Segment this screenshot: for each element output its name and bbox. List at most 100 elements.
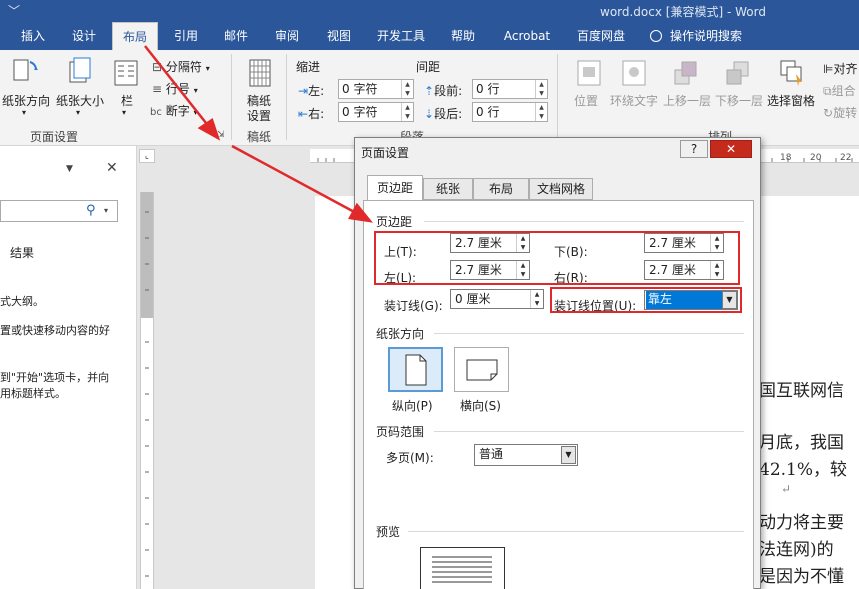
tab-baidu-netdisk[interactable]: 百度网盘 [566,22,636,50]
nav-close-icon[interactable]: ✕ [106,160,118,176]
nav-tab-results[interactable]: 结果 [10,244,34,261]
rotate-button[interactable]: ↻旋转 [823,104,857,121]
indent-right-icon: ⇤ [298,107,309,121]
tab-document-grid[interactable]: 文档网格 [529,178,593,200]
vertical-ruler-ticks [145,211,149,577]
navigation-pane: ▼ ✕ ⚲ ▾ 结果 式大纲。 置或快速移动内容的好 到"开始"选项卡，并向 用… [0,146,137,589]
indent-left-icon: ⇥ [298,84,309,98]
tab-design[interactable]: 设计 [62,22,106,50]
spin-arrows-icon[interactable]: ▲ ▼ [401,80,413,98]
spin-arrows-icon[interactable]: ▲ ▼ [530,290,543,308]
search-icon[interactable]: ⚲ [86,203,96,218]
hyphenation-button[interactable]: bc 断字 ▾ [150,102,198,119]
align-icon: ⊫ [823,62,834,76]
position-button[interactable]: 位置 [574,92,598,109]
bring-forward-button[interactable]: 上移一层 [663,92,711,109]
multiple-pages-label: 多页(M): [386,451,434,465]
tab-acrobat[interactable]: Acrobat [494,22,560,50]
spin-arrows-icon[interactable]: ▲ ▼ [535,80,547,98]
columns-icon [114,60,138,86]
send-backward-button[interactable]: 下移一层 [715,92,763,109]
section-divider [424,221,744,222]
wrap-text-icon [622,60,646,86]
indent-left-input[interactable]: 0 字符 ▲ ▼ [338,79,414,99]
paper-size-dropdown-icon: ▾ [76,108,81,117]
nav-search-input[interactable] [0,200,118,222]
landscape-button[interactable] [454,347,509,392]
section-divider [434,431,744,432]
manuscript-button-line2: 设置 [247,109,272,123]
ribbon-separator [231,54,232,140]
help-button[interactable]: ? [680,140,708,158]
page-setup-dialog: 页面设置 ? ✕ 页边距 纸张 布局 文档网格 页边距 上(T): 2.7 厘米… [354,137,761,589]
columns-button[interactable]: 栏 [121,92,133,109]
search-options-chevron-icon[interactable]: ▾ [104,206,108,215]
title-bar: ﹀ word.docx [兼容模式] - Word [0,0,859,22]
gutter-position-highlight-box [550,287,742,313]
margins-highlight-box [374,231,740,285]
tab-review[interactable]: 审阅 [264,22,310,50]
line-numbers-button[interactable]: ≡ 行号 ▾ [152,80,198,97]
tell-me-search[interactable]: 操作说明搜索 [650,22,760,50]
tell-me-label: 操作说明搜索 [670,29,743,43]
line-numbers-icon: ≡ [152,82,163,96]
space-before-icon: ⇡ [424,84,435,98]
spin-arrows-icon[interactable]: ▲ ▼ [401,103,413,121]
doc-line-2: 月底，我国 [759,433,844,453]
wrap-text-button[interactable]: 环绕文字 [610,92,658,109]
tab-mailings[interactable]: 邮件 [214,22,258,50]
preview-thumbnail [420,547,505,589]
multiple-pages-select[interactable]: 普通 ▼ [474,444,578,466]
nav-help-line2: 置或快速移动内容的好 [0,324,110,337]
dropdown-arrow-icon[interactable]: ▼ [561,446,576,464]
tab-margins[interactable]: 页边距 [367,175,423,201]
ribbon-separator [557,54,558,140]
tab-paper[interactable]: 纸张 [423,178,473,200]
nav-help-line1: 式大纲。 [0,295,44,308]
tab-view[interactable]: 视图 [316,22,362,50]
paper-size-icon [69,57,91,83]
vertical-ruler[interactable] [140,192,154,589]
position-icon [577,60,601,86]
page-setup-launcher-icon[interactable]: ⇲ [217,130,225,140]
space-before-input[interactable]: 0 行 ▲ ▼ [472,79,548,99]
hyphenation-label: 断字 [165,104,190,118]
pages-section-label: 页码范围 [376,425,425,439]
preview-section-label: 预览 [376,525,401,539]
portrait-button[interactable] [388,347,443,392]
orientation-section-label: 纸张方向 [376,327,425,341]
spin-arrows-icon[interactable]: ▲ ▼ [535,103,547,121]
close-button[interactable]: ✕ [710,140,752,158]
breaks-button[interactable]: ⊟ 分隔符 ▾ [152,58,210,75]
paper-size-button[interactable]: 纸张大小 [56,92,104,109]
breaks-label: 分隔符 [165,60,202,74]
tab-layout[interactable]: 布局 [473,178,529,200]
tab-developer[interactable]: 开发工具 [368,22,434,50]
landscape-label: 横向(S) [460,399,501,413]
orientation-button[interactable]: 纸张方向 [2,92,50,109]
page-setup-group-label: 页面设置 [30,130,79,144]
nav-options-chevron-icon[interactable]: ▼ [66,164,73,174]
tab-references[interactable]: 引用 [164,22,208,50]
space-after-input[interactable]: 0 行 ▲ ▼ [472,102,548,122]
selection-pane-icon [780,60,802,86]
chevron-down-icon: ▾ [193,86,198,95]
indent-label: 缩进 [296,60,321,74]
quick-access-chevron-icon[interactable]: ﹀ [8,2,20,19]
doc-line-4: 动力将主要 [759,513,844,533]
gutter-input[interactable]: 0 厘米 ▲ ▼ [450,289,544,309]
tab-insert[interactable]: 插入 [10,22,56,50]
ribbon-layout: 纸张方向 ▾ 纸张大小 ▾ 栏 ▾ ⊟ 分隔符 ▾ ≡ 行号 ▾ bc 断字 ▾… [0,50,859,146]
indent-left-label: ⇥左: [298,84,325,98]
group-button[interactable]: ⧉组合 [823,82,856,99]
breaks-icon: ⊟ [152,60,163,74]
ribbon-separator [286,54,287,140]
tab-layout[interactable]: 布局 [112,22,158,51]
margins-section-label: 页边距 [376,215,413,229]
portrait-icon [405,354,427,386]
align-button[interactable]: ⊫对齐 [823,60,857,77]
indent-right-input[interactable]: 0 字符 ▲ ▼ [338,102,414,122]
selection-pane-button[interactable]: 选择窗格 [767,92,815,109]
tab-help[interactable]: 帮助 [440,22,486,50]
tab-selector[interactable]: ⌞ [139,149,155,163]
